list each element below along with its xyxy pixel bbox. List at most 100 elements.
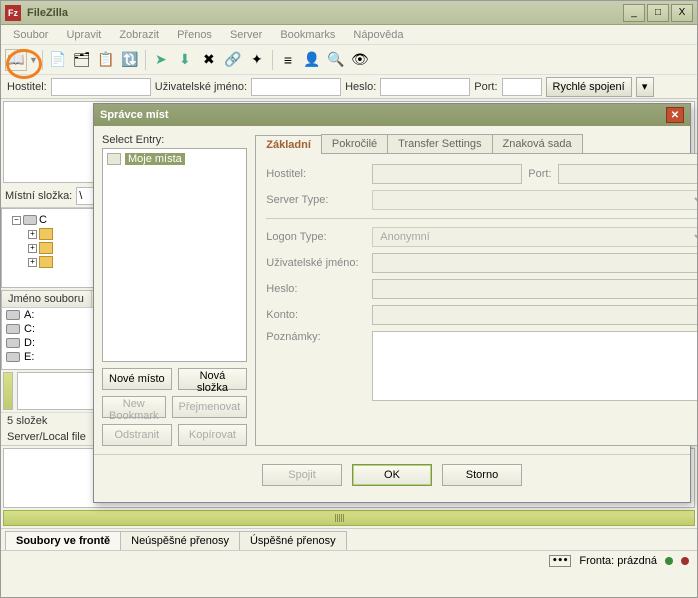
qc-dropdown-button[interactable]: ▾ [636,77,654,97]
close-button[interactable]: X [671,4,693,22]
menubar: Soubor Upravit Zobrazit Přenos Server Bo… [1,25,697,45]
qc-host-input[interactable] [51,78,151,96]
dialog-titlebar: Správce míst ✕ [94,104,690,126]
cancel-button[interactable]: Storno [442,464,522,486]
folder-icon [107,153,121,165]
account-label: Konto: [266,309,366,321]
host-input [372,164,522,184]
menu-transfer[interactable]: Přenos [169,27,220,43]
menu-bookmarks[interactable]: Bookmarks [272,27,343,43]
expand-icon[interactable]: + [28,258,37,267]
sync-browse-button[interactable]: 👤 [301,49,323,71]
expand-icon[interactable]: + [28,230,37,239]
menu-file[interactable]: Soubor [5,27,56,43]
delete-button: Odstranit [102,424,172,446]
process-queue-button[interactable]: ➤ [150,49,172,71]
menu-edit[interactable]: Upravit [58,27,109,43]
drive-d[interactable]: D: [24,337,35,349]
statusbar: ••• Fronta: prázdná [1,550,697,570]
compare-button[interactable]: ≡ [277,49,299,71]
menu-help[interactable]: Nápověda [345,27,411,43]
qc-pass-label: Heslo: [345,81,376,93]
port-input [558,164,698,184]
menu-view[interactable]: Zobrazit [111,27,167,43]
expand-icon[interactable]: + [28,244,37,253]
qc-port-input[interactable] [502,78,542,96]
new-site-button[interactable]: Nové místo [102,368,172,390]
user-label: Uživatelské jméno: [266,257,366,269]
tab-failed[interactable]: Neúspěšné přenosy [120,531,240,550]
filter-button[interactable]: ✦ [246,49,268,71]
dropdown-arrow-icon[interactable]: ▼ [29,55,38,65]
local-folder-label: Místní složka: [5,190,72,202]
rename-button: Přejmenovat [172,396,248,418]
dialog-close-button[interactable]: ✕ [666,107,684,123]
site-manager-dialog: Správce míst ✕ Select Entry: Moje místa … [93,103,691,503]
disk-icon [23,215,37,225]
qc-pass-input[interactable] [380,78,470,96]
binoculars-button[interactable]: 👁 [349,49,371,71]
reconnect-button[interactable]: 🔗 [222,49,244,71]
server-type-select [372,190,698,210]
toggle-tree-button[interactable]: 🗂 [71,49,93,71]
drive-e[interactable]: E: [24,351,34,363]
toggle-log-button[interactable]: 📄 [47,49,69,71]
comments-label: Poznámky: [266,331,366,343]
toolbar: 📖 ▼ 📄 🗂 📋 🔃 ➤ ⬇ ✖ 🔗 ✦ ≡ 👤 🔍 👁 [1,45,697,75]
qc-port-label: Port: [474,81,497,93]
site-tree-root[interactable]: Moje místa [125,153,185,165]
folder-icon [39,228,53,240]
collapse-icon[interactable]: − [12,216,21,225]
folder-icon [39,242,53,254]
drive-a[interactable]: A: [24,309,34,321]
comments-textarea[interactable] [372,331,698,401]
tab-advanced[interactable]: Pokročilé [321,134,388,153]
qc-connect-button[interactable]: Rychlé spojení [546,77,632,97]
refresh-button[interactable]: 🔃 [119,49,141,71]
drive-icon [6,324,20,334]
quickconnect-bar: Hostitel: Uživatelské jméno: Heslo: Port… [1,75,697,99]
disconnect-button[interactable]: ✖ [198,49,220,71]
maximize-button[interactable]: □ [647,4,669,22]
app-title: FileZilla [27,7,623,19]
tab-success[interactable]: Úspěšné přenosy [239,531,347,550]
tree-node[interactable]: C [39,214,47,226]
drive-icon [6,352,20,362]
user-input [372,253,698,273]
ok-button[interactable]: OK [352,464,432,486]
tab-general[interactable]: Základní [255,135,322,154]
col-filename[interactable]: Jméno souboru [2,291,92,307]
drive-icon [6,338,20,348]
cancel-button-tb[interactable]: ⬇ [174,49,196,71]
activity-led-send [681,557,689,565]
minimize-button[interactable]: _ [623,4,645,22]
drive-icon [6,310,20,320]
dialog-right-panel: Základní Pokročilé Transfer Settings Zna… [255,134,698,446]
qc-host-label: Hostitel: [7,81,47,93]
site-tree[interactable]: Moje místa [102,148,247,362]
queue-scrollbar[interactable] [3,510,695,526]
new-folder-button[interactable]: Nová složka [178,368,248,390]
queue-status-icon: ••• [549,555,571,567]
host-label: Hostitel: [266,168,366,180]
pass-input [372,279,698,299]
pass-label: Heslo: [266,283,366,295]
qc-user-label: Uživatelské jméno: [155,81,247,93]
activity-led-recv [665,557,673,565]
toggle-queue-button[interactable]: 📋 [95,49,117,71]
search-button[interactable]: 🔍 [325,49,347,71]
scroll-left-icon[interactable] [3,372,13,410]
qc-user-input[interactable] [251,78,341,96]
tab-charset[interactable]: Znaková sada [492,134,583,153]
site-manager-button[interactable]: 📖 [5,49,27,71]
dialog-tabs: Základní Pokročilé Transfer Settings Zna… [255,134,698,154]
tab-transfer[interactable]: Transfer Settings [387,134,492,153]
tab-queued[interactable]: Soubory ve frontě [5,531,121,550]
main-window: Fz FileZilla _ □ X Soubor Upravit Zobraz… [0,0,698,598]
account-input [372,305,698,325]
menu-server[interactable]: Server [222,27,270,43]
folder-icon [39,256,53,268]
general-form: Hostitel: Port: Server Type: Logon Type:… [255,154,698,446]
port-label: Port: [528,168,551,180]
drive-c[interactable]: C: [24,323,35,335]
